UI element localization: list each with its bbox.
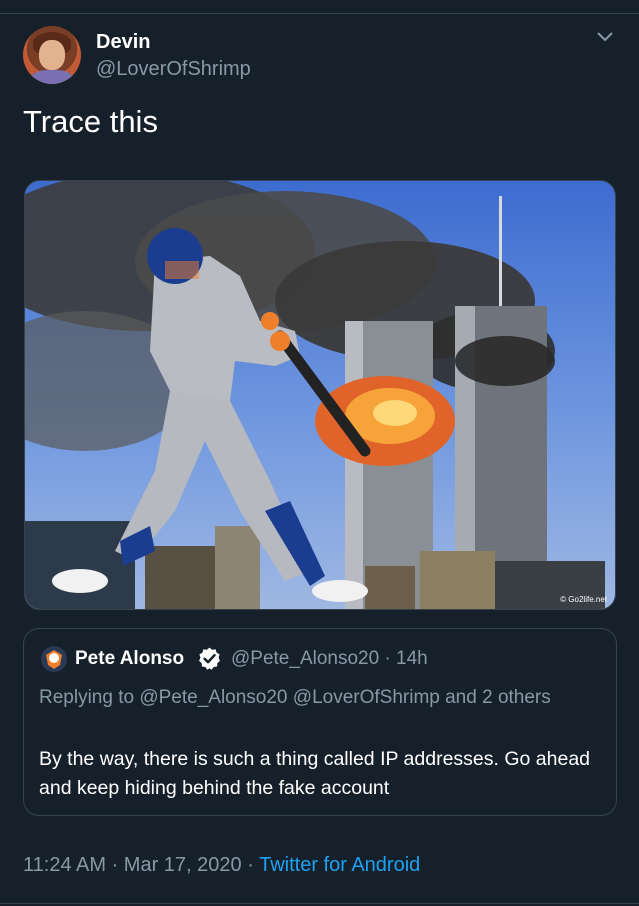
tweet-media-image[interactable]: © Go2life.net <box>24 180 616 610</box>
image-watermark: © Go2life.net <box>560 595 607 604</box>
verified-badge-icon <box>199 647 220 670</box>
tweet-text: Trace this <box>23 104 158 139</box>
quoted-author-avatar[interactable] <box>40 645 68 673</box>
top-divider <box>0 13 639 14</box>
author-handle[interactable]: @LoverOfShrimp <box>96 58 251 81</box>
quoted-author-display-name[interactable]: Pete Alonso <box>75 648 184 670</box>
replying-to-line[interactable]: Replying to @Pete_Alonso20 @LoverOfShrim… <box>39 684 599 712</box>
quoted-handle-and-time[interactable]: @Pete_Alonso20 · 14h <box>231 648 428 670</box>
chevron-down-icon[interactable] <box>596 30 614 44</box>
quoted-tweet-card[interactable]: Pete Alonso @Pete_Alonso20 · 14h Replyin… <box>23 628 617 816</box>
author-avatar[interactable] <box>23 26 81 84</box>
tweet-timestamp[interactable]: 11:24 AM · Mar 17, 2020 <box>23 854 242 876</box>
quoted-tweet-text: By the way, there is such a thing called… <box>39 748 591 799</box>
tweet-source-link[interactable]: Twitter for Android <box>259 854 420 876</box>
tweet-metadata: 11:24 AM · Mar 17, 2020 · Twitter for An… <box>23 854 420 877</box>
bottom-divider <box>0 903 639 904</box>
author-display-name[interactable]: Devin <box>96 31 150 54</box>
metadata-separator: · <box>241 854 260 876</box>
